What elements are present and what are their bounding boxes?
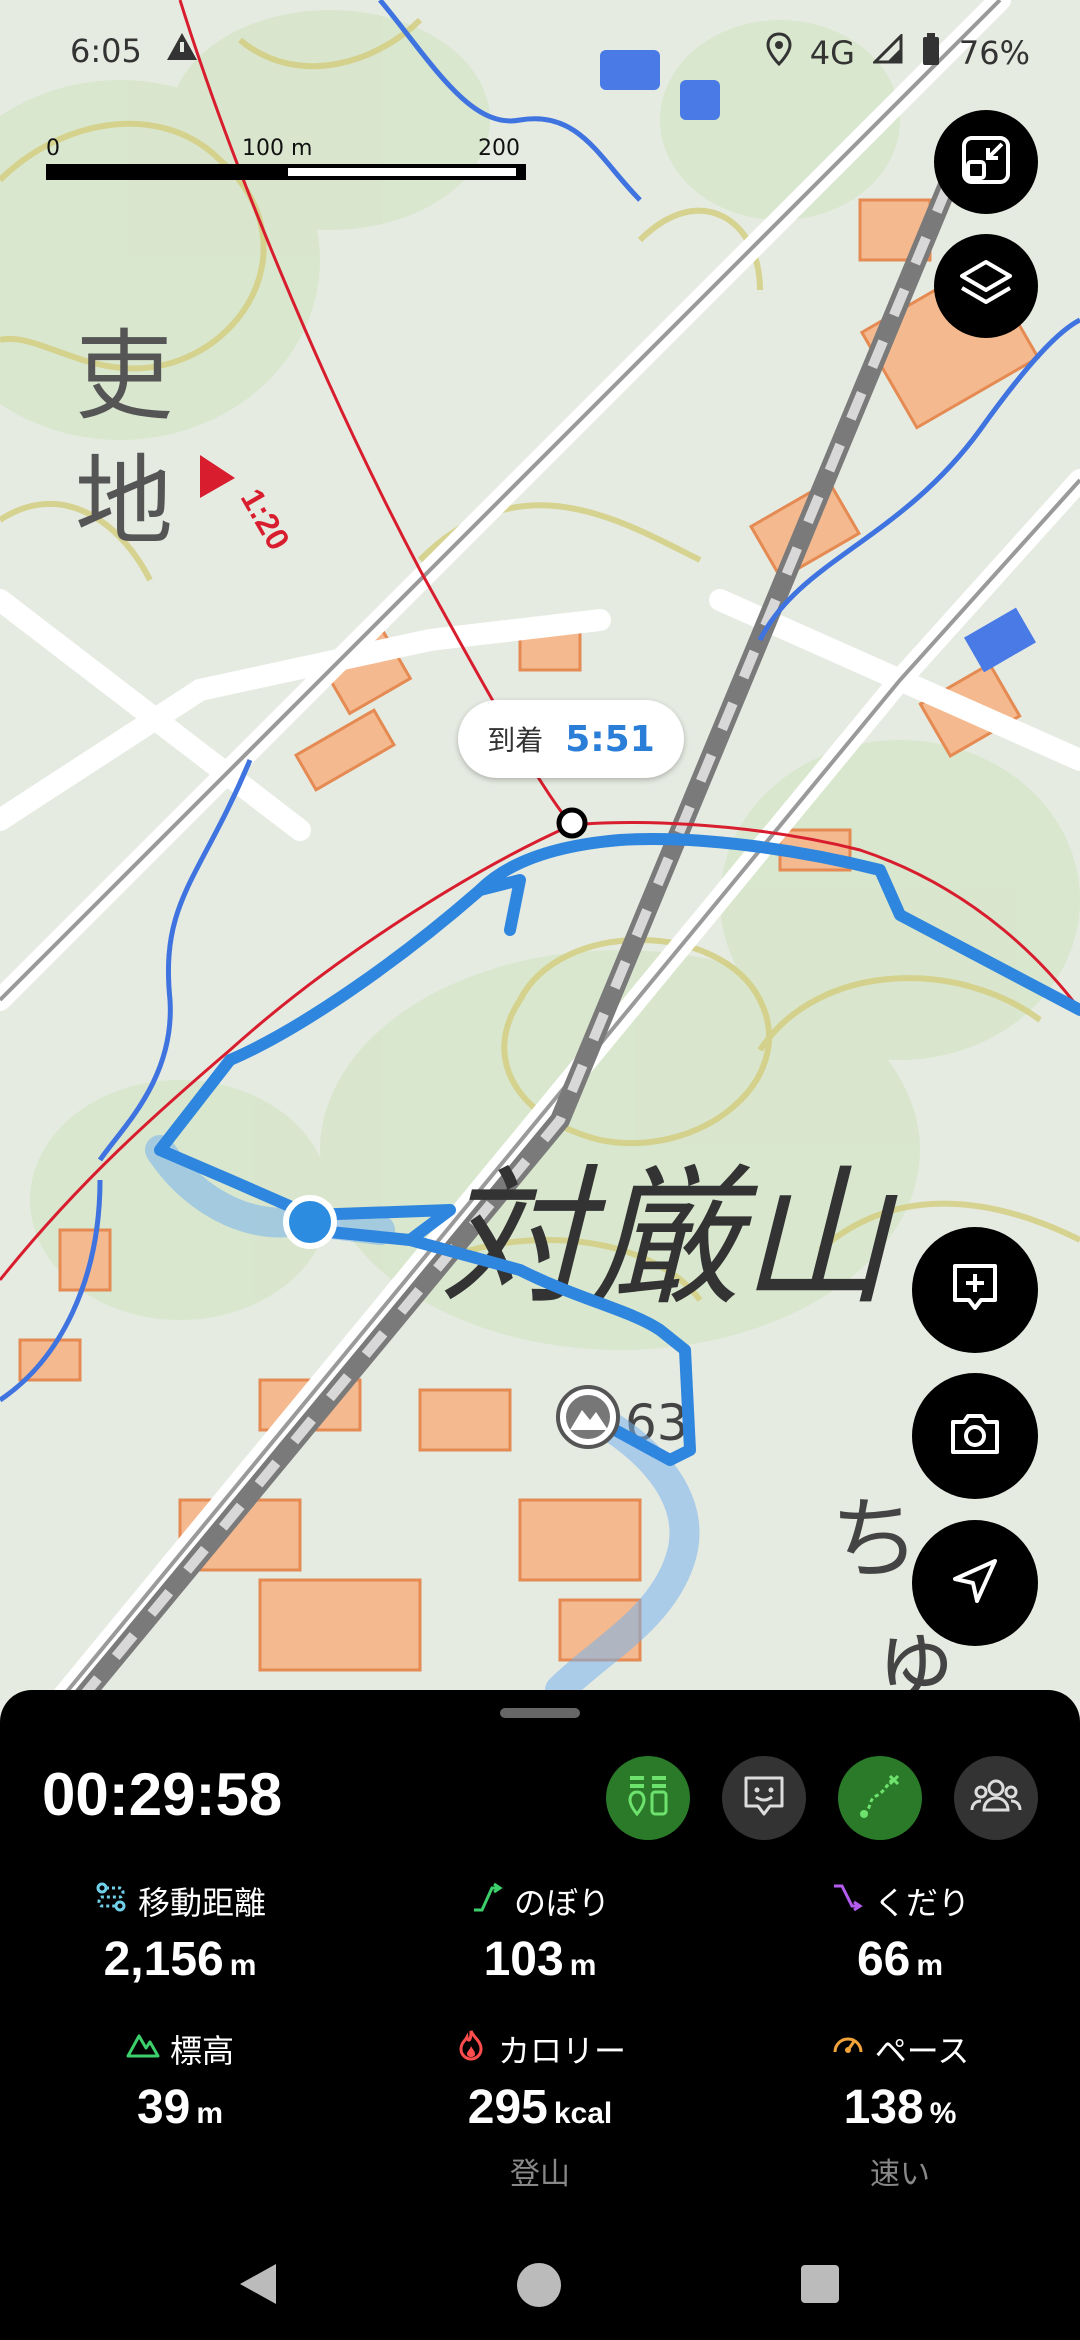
checkpoint-button[interactable]: [606, 1756, 690, 1840]
checkpoint-icon: [624, 1772, 672, 1824]
stat-ascent: のぼり 103 m: [360, 1878, 720, 1987]
navigation-arrow-icon: [947, 1553, 1003, 1613]
battery-icon: [921, 32, 941, 74]
stat-calories-value: 295: [467, 2081, 548, 2134]
scale-label-mid: 100 m: [242, 136, 313, 161]
home-icon[interactable]: [516, 2262, 562, 2312]
route-icon: [856, 1772, 904, 1824]
warning-icon: [165, 30, 199, 72]
flame-icon: [454, 2028, 488, 2070]
feedback-button[interactable]: [722, 1756, 806, 1840]
arrival-time: 5:51: [565, 718, 655, 760]
arrival-label: 到着: [487, 724, 544, 757]
stat-descent-unit: m: [916, 1949, 944, 1982]
stat-distance-unit: m: [229, 1949, 257, 1982]
add-memo-button[interactable]: [912, 1227, 1038, 1353]
mountain-name: 対厳山: [440, 1152, 898, 1326]
chat-face-icon: [740, 1772, 788, 1824]
layers-button[interactable]: [934, 234, 1038, 338]
sheet-drag-handle[interactable]: [500, 1708, 580, 1718]
stat-pace: ペース 138% 速い: [720, 2026, 1080, 2193]
arrival-estimate-bubble[interactable]: 到着 5:51: [458, 700, 684, 778]
status-bar: 6:05 4G 76%: [0, 0, 1080, 110]
stat-calories-unit: kcal: [553, 2097, 613, 2130]
group-button[interactable]: [954, 1756, 1038, 1840]
camera-button[interactable]: [912, 1373, 1038, 1499]
stat-distance-label: 移動距離: [137, 1884, 266, 1922]
system-nav-bar: [0, 2230, 1080, 2340]
stat-ascent-value: 103: [483, 1933, 564, 1986]
ascent-icon: [470, 1880, 504, 1922]
stat-elevation-value: 39: [136, 2081, 191, 2134]
stat-calories-activity: 登山: [510, 2157, 570, 2192]
fullscreen-exit-icon: [960, 134, 1012, 190]
location-icon: [766, 32, 792, 74]
elapsed-time: 00:29:58: [42, 1761, 283, 1828]
stat-descent: くだり 66 m: [720, 1878, 1080, 1987]
stat-calories-label: カロリー: [497, 2032, 626, 2070]
stat-elevation-label: 標高: [169, 2032, 234, 2070]
route-distance-icon: [94, 1880, 128, 1922]
stat-pace-value: 138: [843, 2081, 924, 2134]
destination-point: [556, 807, 588, 839]
current-location-dot: [283, 1195, 337, 1249]
map-scale-bar: 0 100 m 200 m: [46, 136, 526, 186]
stat-elevation-unit: m: [196, 2097, 224, 2130]
scale-label-zero: 0: [46, 136, 60, 161]
mountain-icon: [126, 2028, 160, 2070]
add-note-icon: [947, 1260, 1003, 1320]
fullscreen-button[interactable]: [934, 110, 1038, 214]
stat-distance-value: 2,156: [103, 1933, 224, 1986]
stat-ascent-label: のぼり: [513, 1884, 610, 1922]
stat-pace-rating: 速い: [870, 2157, 930, 2192]
stat-pace-label: ペース: [874, 2032, 970, 2070]
camera-icon: [947, 1406, 1003, 1466]
activity-sheet[interactable]: 00:29:58 移動距離 2,156 m のぼり 103 m くだり 66 m…: [0, 1690, 1080, 2340]
stat-ascent-unit: m: [569, 1949, 597, 1982]
descent-icon: [830, 1880, 864, 1922]
stat-pace-unit: %: [929, 2097, 957, 2130]
stat-distance: 移動距離 2,156 m: [0, 1878, 360, 1987]
battery-level: 76%: [958, 34, 1030, 72]
recents-icon[interactable]: [800, 2264, 840, 2308]
stat-calories: カロリー 295 kcal 登山: [360, 2026, 720, 2193]
map-label-bottom: 地: [75, 445, 173, 559]
signal-icon: [871, 32, 903, 72]
network-label: 4G: [809, 34, 855, 72]
status-time: 6:05: [70, 32, 142, 70]
group-icon: [970, 1772, 1022, 1824]
stat-descent-label: くだり: [873, 1884, 970, 1922]
route-button[interactable]: [838, 1756, 922, 1840]
stat-elevation: 標高 39 m: [0, 2026, 360, 2135]
back-icon[interactable]: [236, 2260, 280, 2312]
stat-descent-value: 66: [856, 1933, 911, 1986]
map-fragment-chi: ち: [830, 1487, 920, 1592]
map-label-top: 吏: [75, 320, 173, 434]
speedometer-icon: [831, 2028, 865, 2070]
my-location-button[interactable]: [912, 1520, 1038, 1646]
layers-icon: [958, 256, 1014, 316]
